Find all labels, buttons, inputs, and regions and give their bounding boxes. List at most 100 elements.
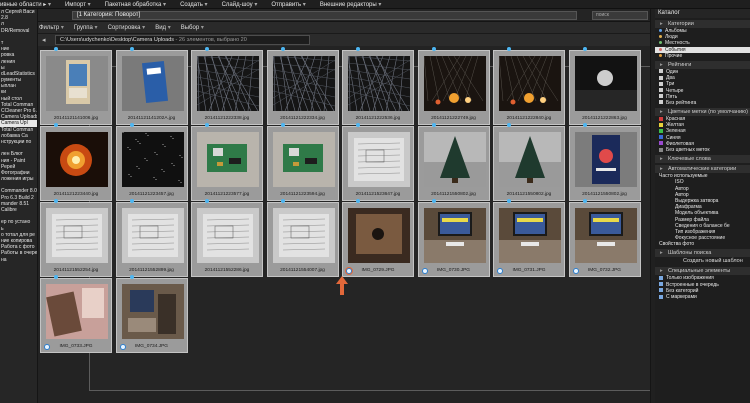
- folder-tree-item[interactable]: Commander 8.01: [0, 188, 37, 194]
- thumbnail-item[interactable]: 20141121554007.jpg: [266, 199, 339, 277]
- catalog-item-label: Без категорий: [666, 287, 699, 294]
- folder-tree-item[interactable]: Pro 6.3 Build 2: [0, 195, 37, 201]
- thumbnail-item[interactable]: IMG_0732.JPG: [568, 199, 641, 277]
- thumbnail-filename: 20141121550802.jpg: [431, 192, 476, 197]
- toolbar-filter-menu[interactable]: Фильтр: [39, 24, 64, 31]
- color-label-icon: [659, 282, 663, 287]
- thumbnail-item[interactable]: 20141121223440.jpg: [40, 123, 112, 201]
- catalog-section-header[interactable]: Автоматические категории: [655, 165, 750, 174]
- search-input[interactable]: поиск: [592, 11, 648, 20]
- thumbnail-item[interactable]: 20141121141202A.jpg: [115, 47, 188, 125]
- catalog-item[interactable]: Прочие: [655, 53, 750, 59]
- catalog-item[interactable]: Без цветных меток: [655, 147, 750, 153]
- menu-item[interactable]: Отправить: [271, 1, 305, 8]
- folder-tree-item[interactable]: Total Comman: [0, 127, 37, 133]
- catalog-item-label: Встроенные в очередь: [666, 281, 719, 288]
- flag-marker-icon: [582, 199, 587, 203]
- thumbnail-item[interactable]: 20141121550802.jpg: [417, 123, 490, 201]
- path-bar[interactable]: C:\Users\udychenko\Desktop\Camera Upload…: [55, 35, 310, 45]
- catalog-section-header[interactable]: Рейтинги: [655, 60, 750, 69]
- thumbnail-item[interactable]: 20141121223594.jpg: [266, 123, 339, 201]
- thumbnail-filename: 20141121222840.jpg: [506, 116, 552, 121]
- catalog-item-label: Люди: [665, 34, 678, 41]
- catalog-item-label: События: [665, 46, 686, 53]
- color-label-icon: [659, 69, 663, 74]
- thumbnail-item[interactable]: 20141121222334.jpg: [266, 47, 339, 125]
- catalog-section-header[interactable]: Шаблоны поиска: [655, 249, 750, 258]
- catalog-item-label: Фиолетовая: [666, 140, 694, 147]
- toolbar-select-menu[interactable]: Выбор: [181, 24, 204, 31]
- folder-tree-item[interactable]: на: [0, 257, 37, 263]
- thumbnail-item[interactable]: 20141121222536.jpg: [342, 47, 414, 125]
- catalog-item[interactable]: С маркерами: [655, 294, 750, 300]
- flag-marker-icon: [205, 47, 209, 51]
- thumbnail-filename: 20141121222338.jpg: [204, 116, 250, 121]
- thumbnail-item[interactable]: 20141121552254.jpg: [40, 199, 112, 277]
- flag-marker-icon: [280, 123, 285, 127]
- create-search-template-button[interactable]: Создать новый шаблон поиска: [655, 257, 750, 272]
- thumbnail-item[interactable]: IMG_0730.JPG: [417, 199, 490, 277]
- catalog-item[interactable]: Без рейтинга: [655, 100, 750, 106]
- color-label-icon: [659, 135, 663, 140]
- thumbnail-filename: 20141121552254.jpg: [53, 268, 99, 273]
- thumbnail-item[interactable]: 20141121550802.jpg: [493, 123, 565, 201]
- thumbnail-item[interactable]: 20141121222840.jpg: [493, 47, 565, 125]
- thumbnail-item[interactable]: IMG_0733.JPG: [40, 275, 112, 353]
- catalog-section-header[interactable]: Ключевые слова: [655, 155, 750, 164]
- thumbnail-image: [197, 132, 259, 187]
- catalog-section-header[interactable]: Категории: [655, 20, 750, 28]
- thumbnail-image: [197, 208, 259, 263]
- menu-item[interactable]: Импорт: [65, 1, 91, 8]
- thumbnail-item[interactable]: IMG_0729.JPG: [342, 199, 414, 277]
- thumbnail-filename: 20141121223440.jpg: [53, 192, 99, 197]
- catalog-section-header[interactable]: Цветные метки (по умолчанию): [655, 108, 750, 117]
- thumbnail-item[interactable]: 20141121523647.jpg: [342, 123, 414, 201]
- menu-item[interactable]: Пакетная обработка: [105, 1, 166, 8]
- flag-marker-icon: [582, 123, 587, 127]
- color-label-icon: [659, 288, 663, 293]
- menu-item[interactable]: ивные области ▸: [0, 1, 51, 8]
- thumbnail-image: [348, 208, 410, 263]
- catalog-item[interactable]: Свойства фото: [655, 241, 750, 247]
- thumbnail-image: [46, 284, 108, 339]
- category-title-field[interactable]: [1 Категория: Поворот]: [72, 11, 577, 20]
- thumbnail-image: [272, 56, 335, 111]
- thumbnail-filename: IMG_0733.JPG: [59, 344, 93, 349]
- color-label-icon: [659, 294, 663, 299]
- thumbnail-item[interactable]: 20141121222863.jpg: [568, 47, 641, 125]
- back-arrow-icon[interactable]: ◂: [42, 36, 46, 44]
- catalog-body: КатегорииАльбомыЛюдиМестностьСобытияПроч…: [655, 20, 750, 300]
- menu-item[interactable]: Внешние редакторы: [320, 1, 382, 8]
- thumbnail-item[interactable]: 20141121552899.jpg: [115, 199, 188, 277]
- color-label-icon: [659, 116, 663, 121]
- toolbar-sort-menu[interactable]: Сортировка: [108, 24, 146, 31]
- catalog-section-header[interactable]: Специальные элементы: [655, 267, 750, 276]
- flag-marker-icon: [129, 47, 134, 51]
- thumbnail-item[interactable]: IMG_0731.JPG: [493, 199, 565, 277]
- flag-marker-icon: [356, 47, 360, 51]
- thumbnail-item[interactable]: 20141121552286.jpg: [191, 199, 263, 277]
- thumbnail-item[interactable]: 20141121222749.jpg: [417, 47, 490, 125]
- thumbnail-item[interactable]: IMG_0734.JPG: [115, 275, 188, 353]
- flag-marker-icon: [129, 275, 134, 279]
- thumbnail-item[interactable]: 20141121223577.jpg: [191, 123, 263, 201]
- thumbnail-item[interactable]: 20141121550802.jpg: [568, 123, 641, 201]
- toolbar-group-menu[interactable]: Группа: [74, 24, 98, 31]
- folder-tree-item[interactable]: Работы в очере: [0, 250, 37, 256]
- folder-tree-item[interactable]: ложения игры: [0, 176, 37, 182]
- category-dot-icon: [659, 47, 662, 51]
- thumbnail-image: [574, 56, 637, 111]
- menu-item[interactable]: Слайд-шоу: [222, 1, 258, 8]
- menu-item[interactable]: Создать: [180, 1, 208, 8]
- catalog-item-label: Зеленая: [666, 128, 686, 135]
- thumbnail-item[interactable]: 20141121222338.jpg: [191, 47, 263, 125]
- category-dot-icon: [659, 53, 662, 57]
- color-label-icon: [659, 75, 663, 80]
- thumbnail-image: [574, 132, 637, 187]
- toolbar-view-menu[interactable]: Вид: [155, 24, 171, 31]
- thumbnail-item[interactable]: 20141121223457.jpg: [115, 123, 188, 201]
- thumbnail-filename: IMG_0731.JPG: [512, 268, 546, 273]
- thumbnail-item[interactable]: 20141121141006.jpg: [40, 47, 112, 125]
- color-label-icon: [659, 122, 663, 127]
- thumbnail-image: [121, 284, 184, 339]
